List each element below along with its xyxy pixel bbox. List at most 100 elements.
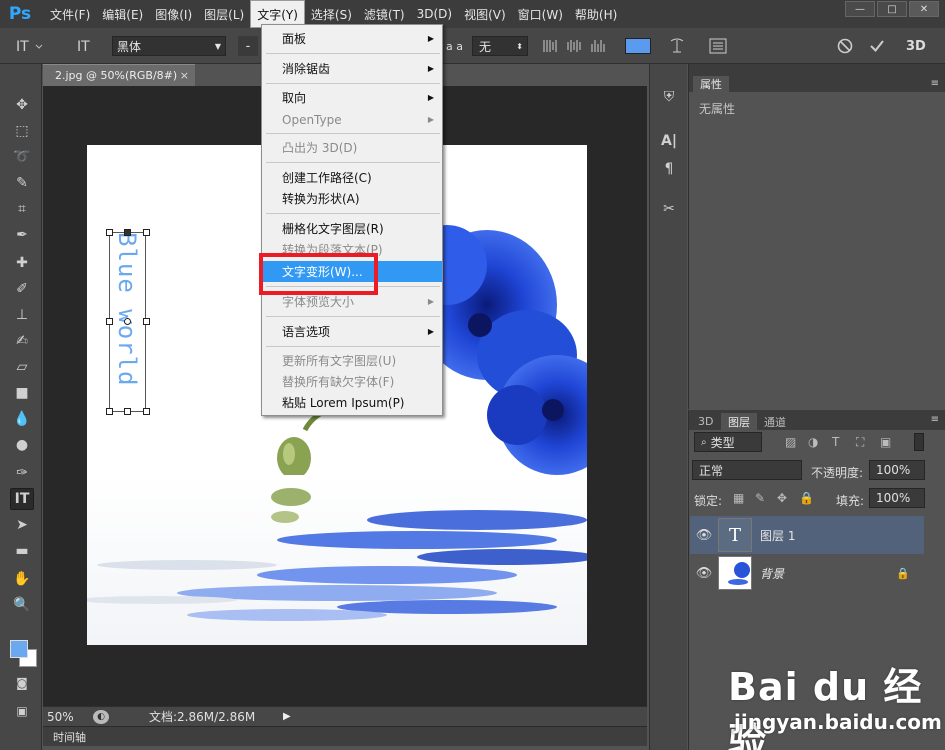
pen-tool-icon[interactable]: ✑ <box>10 462 34 484</box>
antialias-select[interactable]: 无 ⬍ <box>472 36 528 56</box>
filter-pixel-icon[interactable]: ▨ <box>785 435 796 449</box>
filter-shape-icon[interactable]: ⛶ <box>856 435 864 450</box>
text-orientation-icon[interactable]: IT <box>76 36 96 56</box>
transform-handle-top-right[interactable] <box>143 229 150 236</box>
zoom-level[interactable]: 50% <box>47 710 93 724</box>
lock-pixels-icon[interactable]: ✎ <box>755 491 765 505</box>
tab-channels[interactable]: 通道 <box>757 413 793 430</box>
align-center-icon[interactable] <box>566 36 584 56</box>
maximize-button[interactable]: □ <box>877 1 907 17</box>
character-panel-icon[interactable] <box>708 36 728 56</box>
menu-view[interactable]: 视图(V) <box>458 0 512 28</box>
eye-icon[interactable]: 👁 <box>690 566 718 581</box>
menu-item-antialias[interactable]: 消除锯齿 ▶ <box>262 58 442 79</box>
eraser-tool-icon[interactable]: ▱ <box>10 356 34 378</box>
layer-filter-select[interactable]: ⌕ 类型 <box>694 432 762 452</box>
tab-properties[interactable]: 属性 <box>693 76 729 92</box>
eye-icon[interactable]: 👁 <box>690 528 718 543</box>
menu-item-update-all-type[interactable]: 更新所有文字图层(U) <box>262 350 442 371</box>
filter-type-icon[interactable]: T <box>832 435 839 449</box>
transform-handle-bottom-left[interactable] <box>106 408 113 415</box>
minimize-button[interactable]: — <box>845 1 875 17</box>
transform-handle-right[interactable] <box>143 318 150 325</box>
tab-layers[interactable]: 图层 <box>721 413 757 430</box>
menu-item-create-work-path[interactable]: 创建工作路径(C) <box>262 167 442 188</box>
menu-window[interactable]: 窗口(W) <box>512 0 569 28</box>
transform-handle-left[interactable] <box>106 318 113 325</box>
marquee-tool-icon[interactable]: ⬚ <box>10 120 34 142</box>
menu-item-convert-to-shape[interactable]: 转换为形状(A) <box>262 188 442 209</box>
move-tool-icon[interactable]: ✥ <box>10 94 34 116</box>
tools-preset-icon[interactable]: ✂ <box>657 198 681 220</box>
warp-text-icon[interactable] <box>668 36 686 56</box>
close-button[interactable]: ✕ <box>909 1 939 17</box>
document-tab[interactable]: 2.jpg @ 50%(RGB/8#) × <box>43 64 195 86</box>
menu-help[interactable]: 帮助(H) <box>569 0 623 28</box>
layer-row-background[interactable]: 👁 背景 🔒 <box>690 554 924 592</box>
panel-menu-icon[interactable]: ≡ <box>931 414 939 425</box>
menu-item-rasterize-type[interactable]: 栅格化文字图层(R) <box>262 218 442 239</box>
lock-position-icon[interactable]: ✥ <box>777 491 787 505</box>
align-left-icon[interactable] <box>542 36 560 56</box>
vertical-type-tool-icon[interactable]: IT <box>10 488 34 510</box>
brush-tool-icon[interactable]: ✐ <box>10 278 34 300</box>
menu-item-orientation[interactable]: 取向 ▶ <box>262 87 442 108</box>
font-family-select[interactable]: 黑体 ▼ <box>112 36 226 56</box>
history-brush-tool-icon[interactable]: ✍ <box>10 330 34 352</box>
lasso-tool-icon[interactable]: ➰ <box>10 146 34 168</box>
text-color-swatch[interactable] <box>625 38 651 54</box>
transform-handle-center[interactable] <box>124 318 131 325</box>
close-tab-icon[interactable]: × <box>180 69 189 82</box>
menu-item-language-options[interactable]: 语言选项 ▶ <box>262 321 442 342</box>
eyedropper-tool-icon[interactable]: ✒ <box>10 224 34 246</box>
menu-item-extrude-3d[interactable]: 凸出为 3D(D) <box>262 137 442 158</box>
path-select-tool-icon[interactable]: ➤ <box>10 514 34 536</box>
menu-item-opentype[interactable]: OpenType ▶ <box>262 109 442 130</box>
menu-item-paste-lorem-ipsum[interactable]: 粘贴 Lorem Ipsum(P) <box>262 392 442 413</box>
hand-tool-icon[interactable]: ✋ <box>10 568 34 590</box>
dodge-tool-icon[interactable]: ● <box>10 434 34 456</box>
character-panel-icon[interactable]: A| <box>657 130 681 152</box>
blend-mode-select[interactable]: 正常 <box>692 460 802 480</box>
shape-tool-icon[interactable]: ▬ <box>10 540 34 562</box>
status-menu-arrow-icon[interactable]: ▶ <box>283 711 291 722</box>
menu-image[interactable]: 图像(I) <box>149 0 198 28</box>
tool-preset-icon[interactable]: IT <box>14 36 44 56</box>
lock-transparent-icon[interactable]: ▦ <box>733 491 744 505</box>
zoom-tool-icon[interactable]: 🔍 <box>10 594 34 616</box>
layer-row-text[interactable]: 👁 T 图层 1 <box>690 516 924 554</box>
menu-item-replace-missing-fonts[interactable]: 替换所有缺欠字体(F) <box>262 371 442 392</box>
healing-brush-tool-icon[interactable]: ✚ <box>10 252 34 274</box>
transform-handle-top[interactable] <box>124 229 131 236</box>
filter-smart-object-icon[interactable]: ▣ <box>880 435 891 449</box>
menu-edit[interactable]: 编辑(E) <box>96 0 149 28</box>
quick-select-tool-icon[interactable]: ✎ <box>10 172 34 194</box>
opacity-input[interactable]: 100% <box>869 460 925 480</box>
screen-mode-icon[interactable]: ▣ <box>10 700 34 722</box>
align-right-icon[interactable] <box>590 36 608 56</box>
crop-tool-icon[interactable]: ⌗ <box>10 198 34 220</box>
paragraph-panel-icon[interactable]: ¶ <box>657 158 681 180</box>
font-style-select[interactable]: - <box>238 36 258 56</box>
commit-icon[interactable] <box>868 36 886 56</box>
fill-input[interactable]: 100% <box>869 488 925 508</box>
timeline-panel-tab[interactable]: 时间轴 <box>43 726 647 746</box>
quick-mask-icon[interactable]: ◙ <box>10 672 34 694</box>
menu-layer[interactable]: 图层(L) <box>198 0 250 28</box>
status-info-icon[interactable]: ◐ <box>93 709 109 724</box>
filter-toggle-icon[interactable] <box>914 433 924 451</box>
tab-3d[interactable]: 3D <box>691 413 720 430</box>
blur-tool-icon[interactable]: 💧 <box>10 408 34 430</box>
menu-item-panels[interactable]: 面板 ▶ <box>262 28 442 49</box>
panel-menu-icon[interactable]: ≡ <box>931 78 939 89</box>
transform-handle-bottom[interactable] <box>124 408 131 415</box>
lock-all-icon[interactable]: 🔒 <box>799 491 814 505</box>
foreground-color-swatch[interactable] <box>10 640 28 658</box>
history-panel-icon[interactable]: ⛨ <box>657 86 681 108</box>
filter-adjustment-icon[interactable]: ◑ <box>808 435 818 449</box>
gradient-tool-icon[interactable]: ■ <box>10 382 34 404</box>
stamp-tool-icon[interactable]: ⊥ <box>10 304 34 326</box>
3d-icon[interactable]: 3D <box>906 36 926 56</box>
menu-file[interactable]: 文件(F) <box>44 0 96 28</box>
cancel-icon[interactable] <box>836 36 854 56</box>
